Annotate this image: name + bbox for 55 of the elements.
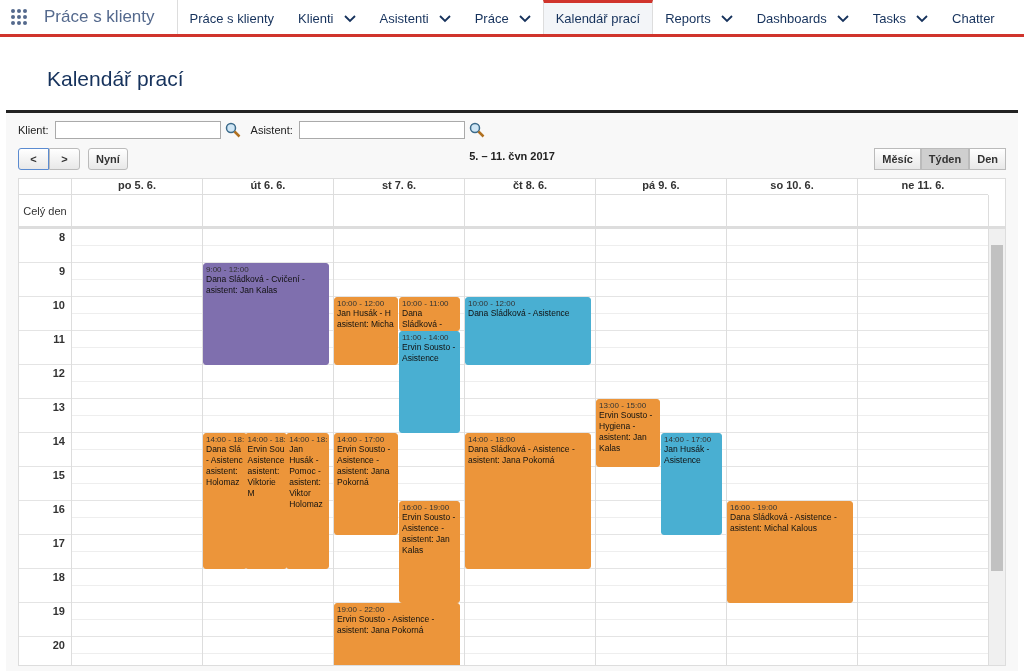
- chevron-down-icon[interactable]: [836, 14, 849, 23]
- calendar-event[interactable]: 14:00 - 18: Dana Slá - Asistenc asistent: Holomaz: [203, 433, 248, 569]
- day-header: st 7. 6.: [333, 179, 464, 195]
- calendar-event[interactable]: 14:00 - 17:00 Jan Husák - Asistence: [661, 433, 723, 535]
- calendar-event[interactable]: 19:00 - 22:00 Ervin Sousto - Asistence - asistent: Jana Pokorná: [334, 603, 461, 665]
- calendar-event[interactable]: 13:00 - 15:00 Ervin Sousto - Hygiena - asistent: Jan Kalas: [596, 399, 660, 467]
- lookup-field[interactable]: [298, 121, 465, 139]
- field-label: Asistent:: [250, 124, 293, 136]
- previous-button[interactable]: <: [18, 148, 49, 170]
- calendar-event[interactable]: 11:00 - 14:00 Ervin Sousto - Asistence: [399, 331, 461, 433]
- view-button[interactable]: Den: [969, 148, 1006, 170]
- app-launcher-icon[interactable]: [10, 8, 28, 26]
- view-button[interactable]: Týden: [920, 148, 970, 170]
- calendar-event[interactable]: 10:00 - 12:00 Jan Husák - H asistent: Micha: [334, 297, 398, 365]
- nav-tab[interactable]: Práce s klienty: [177, 0, 287, 34]
- nav-tab[interactable]: Klienti: [286, 0, 368, 34]
- calendar-event[interactable]: 16:00 - 19:00 Dana Sládková - Asistence - asistent: Michal Kalous: [727, 501, 854, 603]
- calendar-event[interactable]: 14:00 - 17:00 Ervin Sousto - Asistence - asistent: Jana Pokorná: [334, 433, 398, 535]
- search-icon[interactable]: [468, 122, 485, 138]
- today-button[interactable]: Nyní: [88, 148, 128, 170]
- all-day-label: Celý den: [22, 203, 68, 219]
- nav-tab[interactable]: Tasks: [860, 0, 941, 34]
- chevron-down-icon[interactable]: [916, 14, 929, 23]
- app-name: Práce s klienty: [44, 7, 155, 27]
- next-button[interactable]: >: [49, 148, 80, 170]
- lookup-field[interactable]: [54, 121, 221, 139]
- nav-tab[interactable]: Dashboards: [744, 0, 861, 34]
- chevron-down-icon[interactable]: [720, 14, 733, 23]
- chevron-down-icon[interactable]: [518, 14, 531, 23]
- nav-tab[interactable]: Asistenti: [367, 0, 463, 34]
- calendar-event[interactable]: 10:00 - 12:00 Dana Sládková - Asistence: [465, 297, 592, 365]
- chevron-down-icon[interactable]: [343, 14, 356, 23]
- nav-tab[interactable]: Chatter: [940, 0, 1007, 34]
- day-header: ne 11. 6.: [857, 179, 988, 195]
- calendar-event[interactable]: 14:00 - 18:00 Dana Sládková - Asistence - asistent: Jana Pokorná: [465, 433, 592, 569]
- search-icon[interactable]: [224, 122, 241, 138]
- nav-tab[interactable]: Kalendář prací: [542, 0, 654, 34]
- nav-tab[interactable]: Práce: [462, 0, 543, 34]
- day-header: pá 9. 6.: [595, 179, 726, 195]
- nav-tab[interactable]: Reports: [653, 0, 745, 34]
- view-button[interactable]: Měsíc: [874, 148, 921, 170]
- day-header: čt 8. 6.: [464, 179, 595, 195]
- date-range: 5. – 11. čvn 2017: [469, 149, 555, 162]
- field-label: Klient:: [18, 124, 49, 136]
- day-header: út 6. 6.: [202, 179, 333, 195]
- calendar-event[interactable]: 16:00 - 19:00 Ervin Sousto - Asistence - asistent: Jan Kalas: [399, 501, 461, 603]
- day-header: so 10. 6.: [726, 179, 857, 195]
- scrollbar[interactable]: [988, 229, 1005, 665]
- page-title: Kalendář prací: [46, 66, 185, 92]
- calendar-event[interactable]: 9:00 - 12:00 Dana Sládková - Cvičení - asistent: Jan Kalas: [203, 263, 330, 365]
- calendar-event[interactable]: 10:00 - 11:00 Dana Sládková -: [399, 297, 461, 331]
- calendar-event[interactable]: 14:00 - 18: Jan Husák - Pomoc - asistent: Viktor Holomaz: [286, 433, 330, 569]
- calendar-event[interactable]: 14:00 - 18: Ervin Sou Asistence asistent: Viktorie M: [244, 433, 288, 569]
- chevron-down-icon[interactable]: [438, 14, 451, 23]
- day-header: po 5. 6.: [71, 179, 202, 195]
